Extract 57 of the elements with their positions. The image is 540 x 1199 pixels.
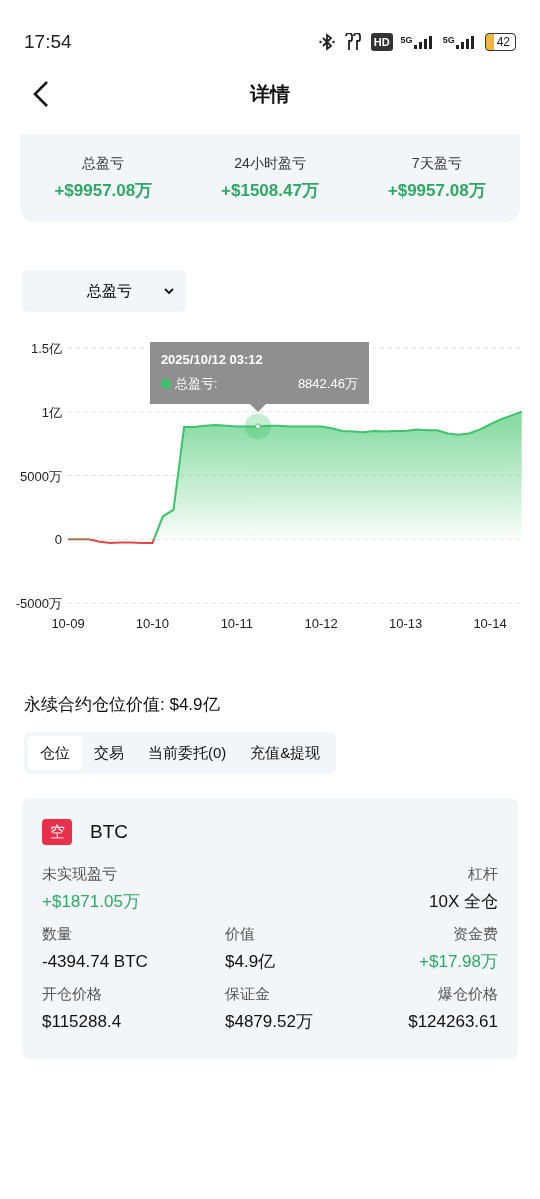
page-title: 详情 (250, 82, 290, 107)
metric-value: +$9957.08万 (53, 179, 154, 202)
metric-label: 24小时盈亏 (233, 153, 307, 173)
hd-badge: HD (370, 32, 393, 52)
field-label: 未实现盈亏 (42, 863, 118, 884)
tooltip-value: 8842.46万 (297, 374, 358, 393)
field-label: 数量 (42, 923, 73, 944)
metric-label: 总盈亏 (81, 153, 126, 173)
bluetooth-icon (318, 32, 335, 52)
field-value: $124263.61 (407, 1011, 498, 1033)
metric-value: +$1508.47万 (220, 179, 320, 202)
field-value: $4879.52万 (225, 1011, 314, 1033)
battery-icon: 42 (484, 33, 516, 51)
axis-tick-label: 10-12 (304, 616, 338, 631)
field-label: 杠杆 (467, 863, 498, 884)
tab[interactable]: 充值&提现 (238, 735, 333, 770)
axis-tick-label: 10-09 (51, 616, 85, 631)
field-label: 价值 (225, 923, 256, 944)
axis-tick-label: 10-14 (473, 616, 507, 631)
field-value: +$1871.05万 (42, 891, 141, 913)
network-label: 5G (442, 34, 455, 47)
field-value: $115288.4 (42, 1011, 123, 1033)
symbol-text: BTC (90, 820, 128, 844)
tooltip-date: 2025/10/12 03:12 (160, 351, 264, 370)
axis-tick-label: 1.5亿 (30, 341, 62, 356)
tooltip-label: 总盈亏: (174, 374, 218, 393)
axis-tick-label: 10-13 (389, 616, 423, 631)
signal-icon (412, 34, 435, 50)
field-value: 10X 全仓 (428, 891, 498, 913)
axis-tick-label: 1亿 (41, 404, 62, 420)
back-icon[interactable] (32, 80, 50, 108)
tab[interactable]: 当前委托(0) (136, 735, 239, 770)
field-value: -4394.74 BTC (42, 951, 149, 973)
axis-tick-label: 10-10 (135, 616, 169, 631)
field-label: 爆仓价格 (437, 983, 498, 1004)
signal-icon (454, 34, 477, 50)
network-label: 5G (400, 34, 413, 47)
field-label: 资金费 (452, 923, 498, 944)
status-time: 17:54 (24, 29, 72, 54)
tab[interactable]: 交易 (82, 735, 136, 770)
metric-label: 7天盈亏 (410, 153, 463, 173)
field-value: $4.9亿 (225, 951, 277, 973)
hover-point (244, 413, 271, 440)
field-label: 开仓价格 (42, 983, 103, 1004)
axis-tick-label: -5000万 (15, 596, 62, 611)
side-tag: 空 (42, 819, 72, 846)
metric-value: +$9957.08万 (386, 179, 487, 202)
tab[interactable]: 仓位 (28, 735, 82, 770)
field-label: 保证金 (225, 983, 271, 1004)
chart-dropdown[interactable]: 总盈亏 (22, 270, 186, 312)
caret-icon (164, 287, 174, 295)
axis-tick-label: 10-11 (220, 616, 253, 631)
field-value: +$17.98万 (418, 951, 498, 973)
axis-tick-label: 5000万 (20, 468, 62, 484)
position-value-text: 永续合约仓位价值: $4.9亿 (24, 694, 221, 716)
axis-tick-label: 0 (54, 532, 62, 548)
legend-dot (160, 378, 171, 389)
